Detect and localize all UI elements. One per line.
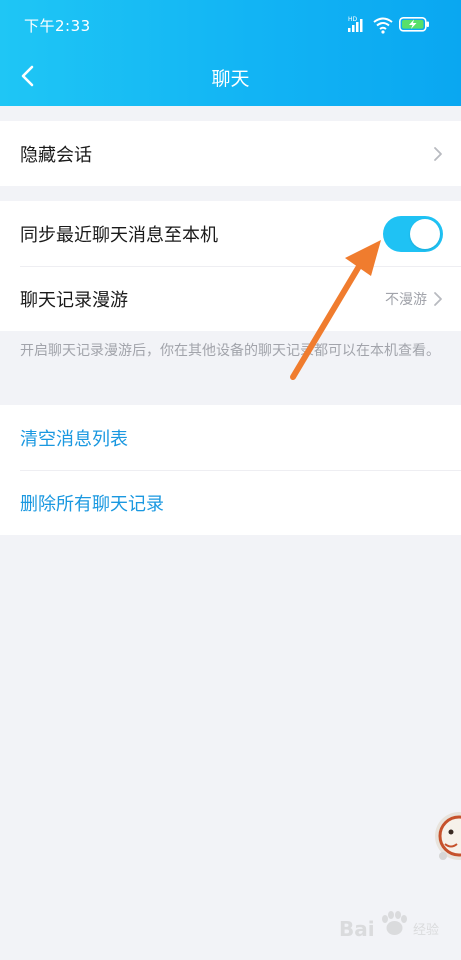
- signal-icon: HD: [348, 16, 363, 32]
- toggle-knob: [410, 218, 440, 249]
- status-bar: 下午2:33 HD: [0, 0, 461, 48]
- chat-roaming-label: 聊天记录漫游: [20, 289, 128, 311]
- paw-icon: [382, 911, 407, 935]
- settings-group-actions: 清空消息列表 删除所有聊天记录: [0, 405, 461, 535]
- wifi-icon: [373, 17, 393, 34]
- chat-roaming-value: 不漫游: [385, 291, 427, 308]
- app-header: 下午2:33 HD 聊天: [0, 0, 461, 106]
- clear-message-list-label: 清空消息列表: [20, 428, 128, 450]
- chat-roaming-row[interactable]: 聊天记录漫游 不漫游: [0, 266, 461, 331]
- status-time: 下午2:33: [24, 17, 91, 35]
- clear-message-list-button[interactable]: 清空消息列表: [0, 405, 461, 470]
- nav-bar: 聊天: [0, 48, 461, 106]
- hide-conversation-row[interactable]: 隐藏会话: [0, 121, 461, 186]
- chevron-right-icon: [434, 146, 442, 161]
- chevron-right-icon: [434, 291, 442, 306]
- delete-all-records-button[interactable]: 删除所有聊天记录: [0, 470, 461, 535]
- hide-conversation-label: 隐藏会话: [20, 144, 92, 166]
- sync-recent-toggle[interactable]: [383, 215, 443, 252]
- page-title: 聊天: [211, 68, 250, 90]
- sync-recent-row: 同步最近聊天消息至本机: [0, 201, 461, 266]
- settings-group-privacy: 隐藏会话: [0, 121, 461, 186]
- delete-all-records-label: 删除所有聊天记录: [20, 493, 164, 515]
- status-icons: HD: [348, 16, 429, 34]
- watermark-sub: 经验: [412, 923, 439, 938]
- floating-mascot-icon: [435, 812, 461, 860]
- battery-icon: [399, 17, 429, 32]
- network-badge: HD: [348, 16, 358, 23]
- watermark-text: Bai: [339, 917, 375, 941]
- roaming-hint-text: 开启聊天记录漫游后，你在其他设备的聊天记录都可以在本机查看。: [20, 343, 440, 359]
- sync-recent-label: 同步最近聊天消息至本机: [20, 224, 218, 246]
- settings-group-sync: 同步最近聊天消息至本机 聊天记录漫游 不漫游: [0, 201, 461, 331]
- watermark: Bai 经验: [339, 905, 439, 947]
